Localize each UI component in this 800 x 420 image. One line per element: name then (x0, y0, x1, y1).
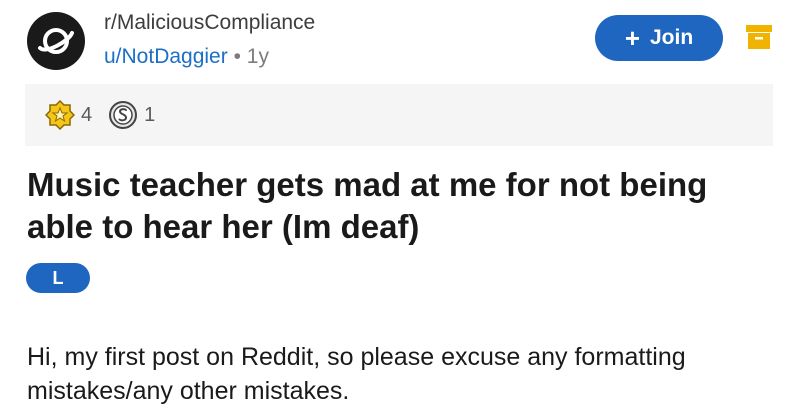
subreddit-name[interactable]: r/MaliciousCompliance (104, 10, 315, 36)
award-silver[interactable]: 1 (108, 100, 155, 130)
author-line: u/NotDaggier • 1y (104, 42, 315, 72)
award-count: 4 (81, 103, 93, 126)
planet-icon (38, 28, 74, 54)
silver-coin-award-icon (109, 101, 138, 129)
subreddit-avatar[interactable] (27, 12, 85, 70)
awards-bar: 4 1 (25, 84, 773, 146)
post-age: 1y (246, 45, 269, 68)
archive-icon[interactable] (745, 24, 773, 50)
join-button[interactable]: + Join (595, 15, 723, 61)
meta-separator: • (233, 45, 241, 68)
author-name[interactable]: u/NotDaggier (104, 45, 228, 68)
gold-star-award-icon (45, 100, 75, 130)
award-gold[interactable]: 4 (45, 100, 92, 130)
post-body: Hi, my first post on Reddit, so please e… (27, 343, 686, 405)
post-header: r/MaliciousCompliance u/NotDaggier • 1y … (0, 0, 800, 82)
post-flair[interactable]: L (26, 263, 90, 293)
award-count: 1 (144, 103, 156, 126)
post-title[interactable]: Music teacher gets mad at me for not bei… (27, 164, 767, 248)
plus-icon: + (624, 23, 640, 53)
join-label: Join (650, 26, 694, 49)
post-meta: r/MaliciousCompliance u/NotDaggier • 1y (104, 10, 315, 72)
